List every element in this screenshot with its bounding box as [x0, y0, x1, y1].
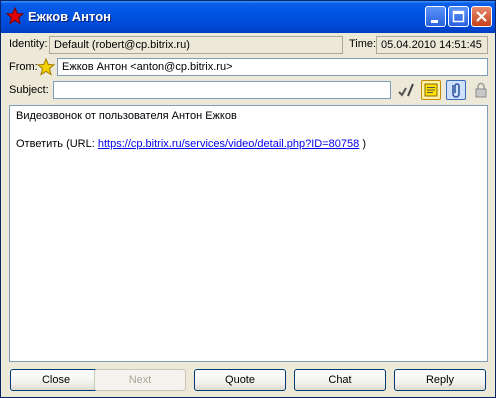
reply-line: Ответить (URL: https://cp.bitrix.ru/serv… — [16, 137, 481, 151]
maximize-icon — [452, 10, 465, 23]
note-icon — [424, 83, 438, 97]
spellcheck-button[interactable] — [396, 80, 416, 100]
next-button[interactable]: Next — [94, 369, 186, 391]
quote-button[interactable]: Quote — [194, 369, 286, 391]
identity-label: Identity: — [9, 38, 48, 50]
time-label: Time: — [349, 38, 377, 50]
attach-button[interactable] — [446, 80, 466, 100]
close-button[interactable]: Close — [10, 369, 102, 391]
message-window: Ежков Антон Identity: Default (robert@cp… — [0, 0, 496, 398]
message-line: Видеозвонок от пользователя Антон Ежков — [16, 110, 237, 122]
video-link[interactable]: https://cp.bitrix.ru/services/video/deta… — [98, 138, 359, 150]
close-window-button[interactable] — [471, 6, 492, 27]
subject-field[interactable] — [53, 81, 391, 99]
yellow-star-icon[interactable] — [37, 58, 55, 76]
reply-suffix: ) — [359, 138, 366, 150]
minimize-icon — [431, 20, 438, 23]
from-label: From: — [9, 61, 38, 73]
window-title: Ежков Антон — [28, 9, 111, 24]
maximize-button[interactable] — [448, 6, 469, 27]
subject-label: Subject: — [9, 84, 49, 96]
reply-prefix: Ответить (URL: — [16, 138, 98, 150]
close-icon — [476, 11, 487, 22]
attach-icon — [452, 83, 460, 98]
lock-icon — [475, 82, 487, 98]
lock-button[interactable] — [471, 80, 491, 100]
note-button[interactable] — [421, 80, 441, 100]
reply-button[interactable]: Reply — [394, 369, 486, 391]
title-bar[interactable]: Ежков Антон — [1, 1, 495, 33]
chat-button[interactable]: Chat — [294, 369, 386, 391]
minimize-button[interactable] — [425, 6, 446, 27]
red-star-icon — [6, 7, 24, 25]
message-body[interactable]: Видеозвонок от пользователя Антон Ежков … — [9, 105, 488, 362]
spellcheck-icon — [398, 83, 414, 97]
from-field[interactable]: Ежков Антон <anton@cp.bitrix.ru> — [57, 58, 488, 76]
identity-field: Default (robert@cp.bitrix.ru) — [49, 36, 343, 54]
time-field: 05.04.2010 14:51:45 — [376, 36, 488, 54]
